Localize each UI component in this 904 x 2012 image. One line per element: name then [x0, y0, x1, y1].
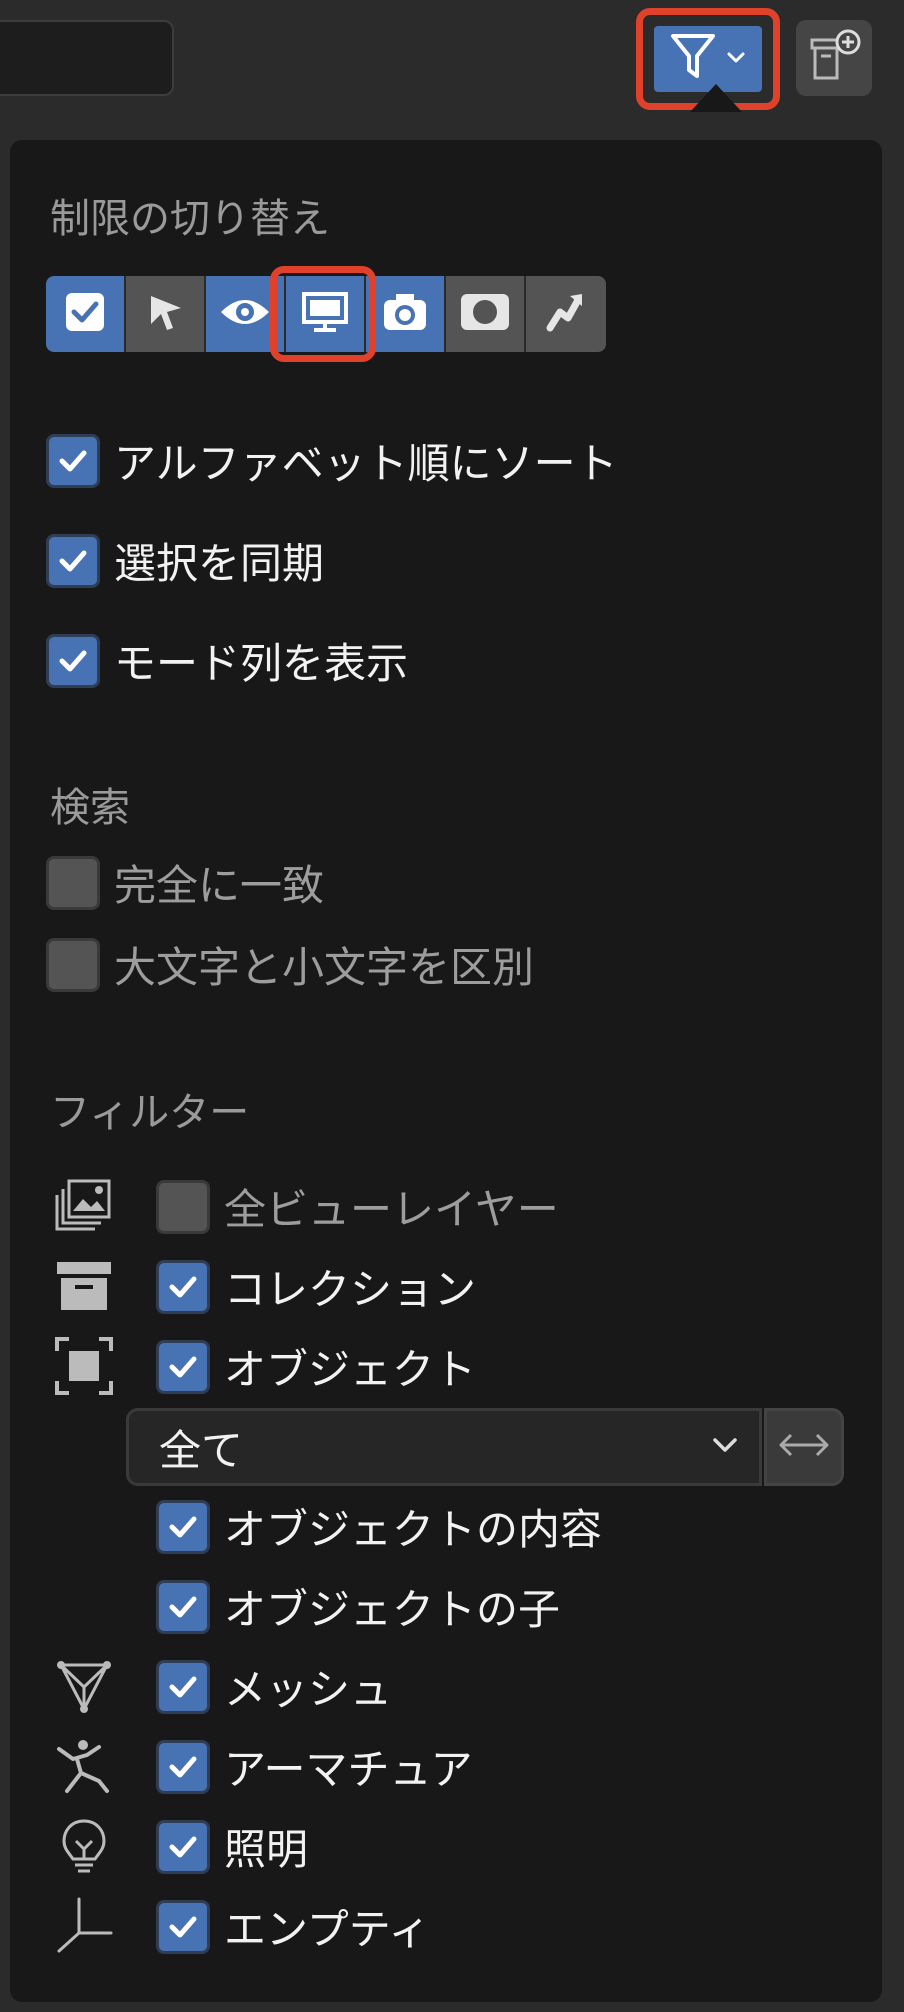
checkbox-icon [63, 290, 107, 338]
view-layers-icon [52, 1174, 116, 1238]
filter-label: アーマチュア [224, 1745, 473, 1794]
filter-all-view-layers[interactable]: 全ビューレイヤー [156, 1176, 559, 1237]
invert-filter-button[interactable] [764, 1408, 844, 1486]
filter-object-children[interactable]: オブジェクトの子 [156, 1576, 560, 1637]
new-collection-button[interactable] [796, 20, 872, 96]
filter-armatures[interactable]: アーマチュア [156, 1736, 473, 1797]
checkbox[interactable] [46, 633, 100, 688]
background-edge [882, 1720, 904, 1900]
filter-popover [10, 140, 882, 2002]
checkbox[interactable] [156, 1739, 210, 1794]
section-title-filter: フィルター [50, 1090, 250, 1136]
checkbox[interactable] [156, 1819, 210, 1874]
filter-meshes[interactable]: メッシュ [156, 1656, 392, 1717]
option-label: アルファベット順にソート [114, 439, 618, 488]
object-icon [52, 1334, 116, 1398]
armature-icon [52, 1734, 116, 1798]
checkbox[interactable] [46, 433, 100, 488]
swap-arrows-icon [775, 1430, 833, 1464]
filter-object-contents[interactable]: オブジェクトの内容 [156, 1496, 602, 1557]
eye-icon [219, 294, 271, 334]
filter-empties[interactable]: エンプティ [156, 1896, 430, 1957]
checkbox[interactable] [156, 1579, 210, 1634]
light-bulb-icon [52, 1814, 116, 1878]
filter-label: オブジェクト [224, 1345, 477, 1394]
checkbox[interactable] [156, 1339, 210, 1394]
filter-label: オブジェクトの内容 [224, 1505, 603, 1554]
viewport-toggle-highlight [270, 266, 376, 362]
toggle-indirect-only[interactable] [526, 276, 606, 352]
empty-axes-icon [52, 1894, 116, 1958]
select-cursor-icon [143, 290, 187, 338]
option-case-sensitive[interactable]: 大文字と小文字を区別 [46, 934, 534, 995]
new-collection-icon [804, 26, 864, 90]
filter-lights[interactable]: 照明 [156, 1816, 308, 1877]
section-title-search: 検索 [50, 785, 130, 831]
chevron-down-icon [711, 1435, 739, 1459]
checkbox[interactable] [156, 1259, 210, 1314]
filter-label: 照明 [224, 1825, 309, 1874]
filter-label: オブジェクトの子 [224, 1585, 561, 1634]
option-label: 選択を同期 [114, 539, 325, 588]
section-title-restriction-toggles: 制限の切り替え [50, 196, 330, 242]
option-sort-alphabetically[interactable]: アルファベット順にソート [46, 430, 618, 491]
filter-collections[interactable]: コレクション [156, 1256, 476, 1317]
filter-label: メッシュ [224, 1665, 393, 1714]
checkbox[interactable] [46, 533, 100, 588]
collection-icon [52, 1254, 116, 1318]
option-label: モード列を表示 [114, 639, 409, 688]
mesh-icon [52, 1654, 116, 1718]
outliner-header [0, 0, 904, 112]
checkbox[interactable] [46, 855, 100, 910]
camera-icon [380, 290, 430, 338]
checkbox[interactable] [156, 1659, 210, 1714]
option-show-mode-column[interactable]: モード列を表示 [46, 630, 408, 691]
indirect-only-icon [542, 288, 590, 340]
filter-label: コレクション [224, 1265, 477, 1314]
option-exact-match[interactable]: 完全に一致 [46, 852, 324, 913]
option-sync-selection[interactable]: 選択を同期 [46, 530, 324, 591]
holdout-icon [459, 292, 511, 336]
toggle-selectable[interactable] [126, 276, 206, 352]
checkbox[interactable] [46, 937, 100, 992]
filter-objects[interactable]: オブジェクト [156, 1336, 476, 1397]
checkbox[interactable] [156, 1499, 210, 1554]
checkbox[interactable] [156, 1179, 210, 1234]
checkbox[interactable] [156, 1899, 210, 1954]
option-label: 大文字と小文字を区別 [114, 943, 535, 992]
option-label: 完全に一致 [114, 861, 325, 910]
popover-caret [690, 84, 742, 112]
filter-label: エンプティ [224, 1905, 431, 1954]
toggle-holdout[interactable] [446, 276, 526, 352]
toggle-exclude-checkbox[interactable] [46, 276, 126, 352]
search-input[interactable] [0, 20, 174, 96]
object-filter-dropdown[interactable]: 全て [126, 1408, 762, 1486]
filter-label: 全ビューレイヤー [224, 1185, 559, 1234]
toggle-disable-in-renders[interactable] [366, 276, 446, 352]
dropdown-value: 全て [159, 1425, 244, 1475]
